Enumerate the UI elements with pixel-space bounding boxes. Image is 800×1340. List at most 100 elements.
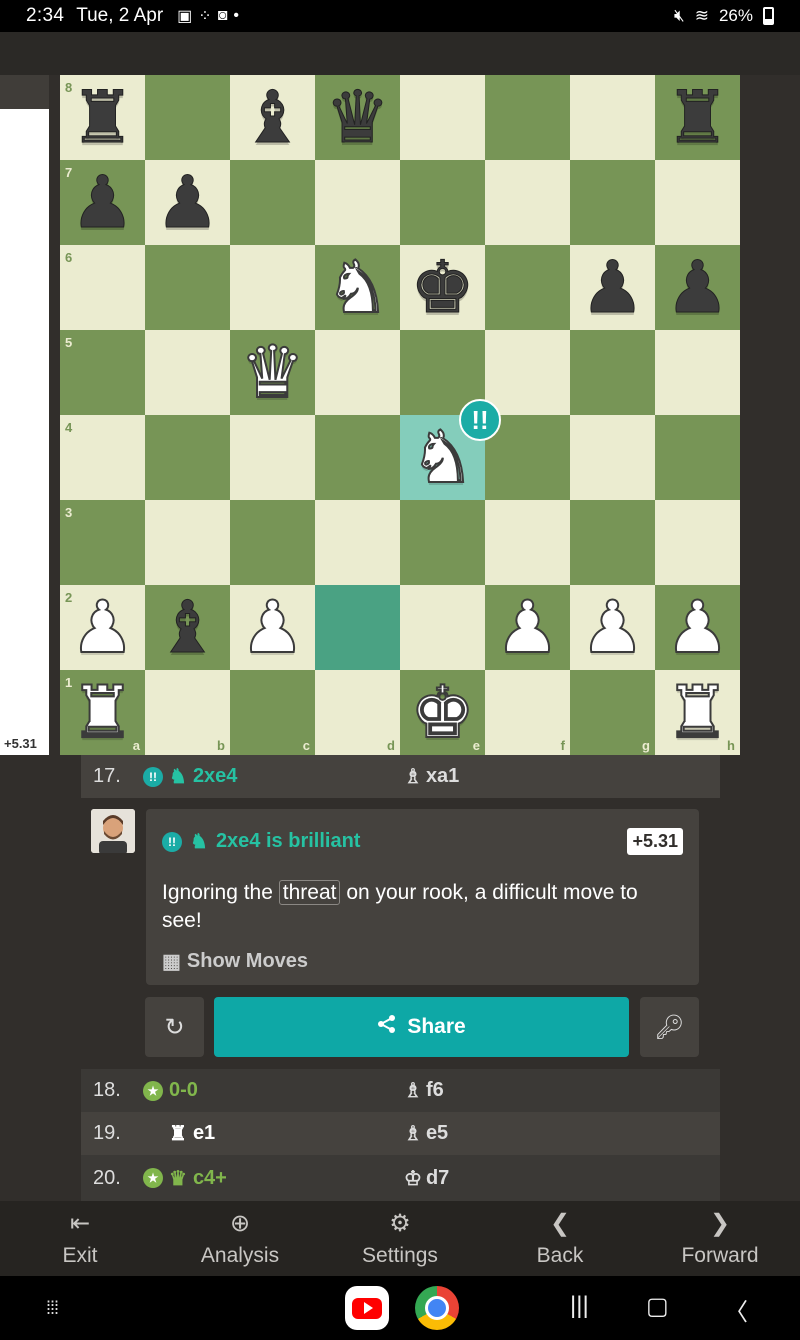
square-e6[interactable]: ♚ (400, 245, 485, 330)
move-white[interactable]: ★ 0-0 (143, 1079, 404, 1102)
move-black[interactable]: ♗ f6 (404, 1078, 444, 1103)
square-f5[interactable] (485, 330, 570, 415)
move-row-20[interactable]: 20. ★ ♛ c4+ ♔ d7 (81, 1155, 720, 1201)
white-king-piece[interactable]: ♚ (409, 676, 476, 750)
square-a8[interactable]: 8 ♜ (60, 75, 145, 160)
square-b2[interactable]: ♝ (145, 585, 230, 670)
square-c4[interactable] (230, 415, 315, 500)
square-e1[interactable]: e ♚ (400, 670, 485, 755)
square-g7[interactable] (570, 160, 655, 245)
move-row-17[interactable]: 17. !! ♞ 2xe4 ♗ xa1 (81, 755, 720, 798)
share-button[interactable]: Share (214, 997, 629, 1057)
square-h2[interactable]: ♟ (655, 585, 740, 670)
chess-board[interactable]: 8 ♜ ♝ ♛ ♜ 7 ♟ ♟ 6 ♞ ♚ ♟ ♟ 5 ♛ 4 ♞!! 3 2 ♟ ♝ ♟ ♟ ♟ ♟ 1 a ♜ b c d e ♚ f g h ♜ (60, 75, 740, 755)
square-f6[interactable] (485, 245, 570, 330)
square-g8[interactable] (570, 75, 655, 160)
white-rook-piece[interactable]: ♜ (664, 676, 731, 750)
black-pawn-piece[interactable]: ♟ (70, 166, 136, 239)
app-drawer-icon[interactable]: ⁞⁞⁞ (46, 1298, 59, 1319)
system-back-icon[interactable]: 〈 (724, 1292, 748, 1327)
square-a4[interactable]: 4 (60, 415, 145, 500)
black-king-piece[interactable]: ♚ (410, 251, 476, 324)
white-pawn-piece[interactable]: ♟ (664, 591, 731, 665)
show-moves-link[interactable]: ▦ Show Moves (162, 949, 308, 974)
youtube-app-icon[interactable] (345, 1286, 389, 1330)
move-black[interactable]: ♔ d7 (404, 1166, 449, 1191)
square-g3[interactable] (570, 500, 655, 585)
square-f1[interactable]: f (485, 670, 570, 755)
square-e3[interactable] (400, 500, 485, 585)
square-h6[interactable]: ♟ (655, 245, 740, 330)
square-c8[interactable]: ♝ (230, 75, 315, 160)
square-a5[interactable]: 5 (60, 330, 145, 415)
square-h5[interactable] (655, 330, 740, 415)
square-b4[interactable] (145, 415, 230, 500)
move-white[interactable]: ♜ e1 (143, 1121, 404, 1146)
analysis-button[interactable]: ⊕ Analysis (160, 1201, 320, 1276)
white-pawn-piece[interactable]: ♟ (69, 591, 136, 665)
square-a2[interactable]: 2 ♟ (60, 585, 145, 670)
square-a3[interactable]: 3 (60, 500, 145, 585)
square-a1[interactable]: 1 a ♜ (60, 670, 145, 755)
white-queen-piece[interactable]: ♛ (239, 336, 306, 410)
white-knight-piece[interactable]: ♞ (324, 251, 391, 325)
square-f3[interactable] (485, 500, 570, 585)
square-h8[interactable]: ♜ (655, 75, 740, 160)
square-c3[interactable] (230, 500, 315, 585)
white-pawn-piece[interactable]: ♟ (239, 591, 306, 665)
move-black[interactable]: ♗ xa1 (404, 764, 459, 789)
square-b1[interactable]: b (145, 670, 230, 755)
square-d7[interactable] (315, 160, 400, 245)
move-row-18[interactable]: 18. ★ 0-0 ♗ f6 (81, 1069, 720, 1112)
square-e4[interactable]: ♞!! (400, 399, 501, 500)
forward-button[interactable]: ❯ Forward (640, 1201, 800, 1276)
square-a7[interactable]: 7 ♟ (60, 160, 145, 245)
square-e2[interactable] (400, 585, 485, 670)
square-d5[interactable] (315, 330, 400, 415)
square-f2[interactable]: ♟ (485, 585, 570, 670)
square-g2[interactable]: ♟ (570, 585, 655, 670)
square-h3[interactable] (655, 500, 740, 585)
chrome-app-icon[interactable] (415, 1286, 459, 1330)
square-b3[interactable] (145, 500, 230, 585)
black-pawn-piece[interactable]: ♟ (580, 251, 646, 324)
square-h4[interactable] (655, 415, 740, 500)
square-b8[interactable] (145, 75, 230, 160)
square-d3[interactable] (315, 500, 400, 585)
square-d4[interactable] (315, 415, 400, 500)
black-bishop-piece[interactable]: ♝ (155, 591, 221, 664)
recent-apps-icon[interactable]: ||| (570, 1292, 589, 1320)
exit-button[interactable]: ⇤ Exit (0, 1201, 160, 1276)
square-a6[interactable]: 6 (60, 245, 145, 330)
square-b6[interactable] (145, 245, 230, 330)
coach-keyword-link[interactable]: threat (278, 880, 341, 905)
square-g4[interactable] (570, 415, 655, 500)
square-g6[interactable]: ♟ (570, 245, 655, 330)
move-black[interactable]: ♗ e5 (404, 1121, 448, 1146)
square-g1[interactable]: g (570, 670, 655, 755)
home-icon[interactable]: ▢ (646, 1292, 669, 1321)
square-d2[interactable] (315, 585, 400, 670)
back-button[interactable]: ❮ Back (480, 1201, 640, 1276)
square-c2[interactable]: ♟ (230, 585, 315, 670)
square-f8[interactable] (485, 75, 570, 160)
square-e8[interactable] (400, 75, 485, 160)
key-moment-button[interactable]: 🔑︎ (640, 997, 699, 1057)
move-row-19[interactable]: 19. ♜ e1 ♗ e5 (81, 1112, 720, 1155)
black-rook-piece[interactable]: ♜ (70, 81, 136, 154)
black-pawn-piece[interactable]: ♟ (665, 251, 731, 324)
black-bishop-piece[interactable]: ♝ (240, 81, 306, 154)
move-white[interactable]: !! ♞ 2xe4 (143, 764, 404, 789)
black-pawn-piece[interactable]: ♟ (155, 166, 221, 239)
settings-button[interactable]: ⚙ Settings (320, 1201, 480, 1276)
square-b5[interactable] (145, 330, 230, 415)
square-d6[interactable]: ♞ (315, 245, 400, 330)
white-pawn-piece[interactable]: ♟ (494, 591, 561, 665)
black-queen-piece[interactable]: ♛ (325, 81, 391, 154)
square-d8[interactable]: ♛ (315, 75, 400, 160)
square-f7[interactable] (485, 160, 570, 245)
white-rook-piece[interactable]: ♜ (69, 676, 136, 750)
square-b7[interactable]: ♟ (145, 160, 230, 245)
retry-button[interactable]: ↻ (145, 997, 204, 1057)
square-c5[interactable]: ♛ (230, 330, 315, 415)
